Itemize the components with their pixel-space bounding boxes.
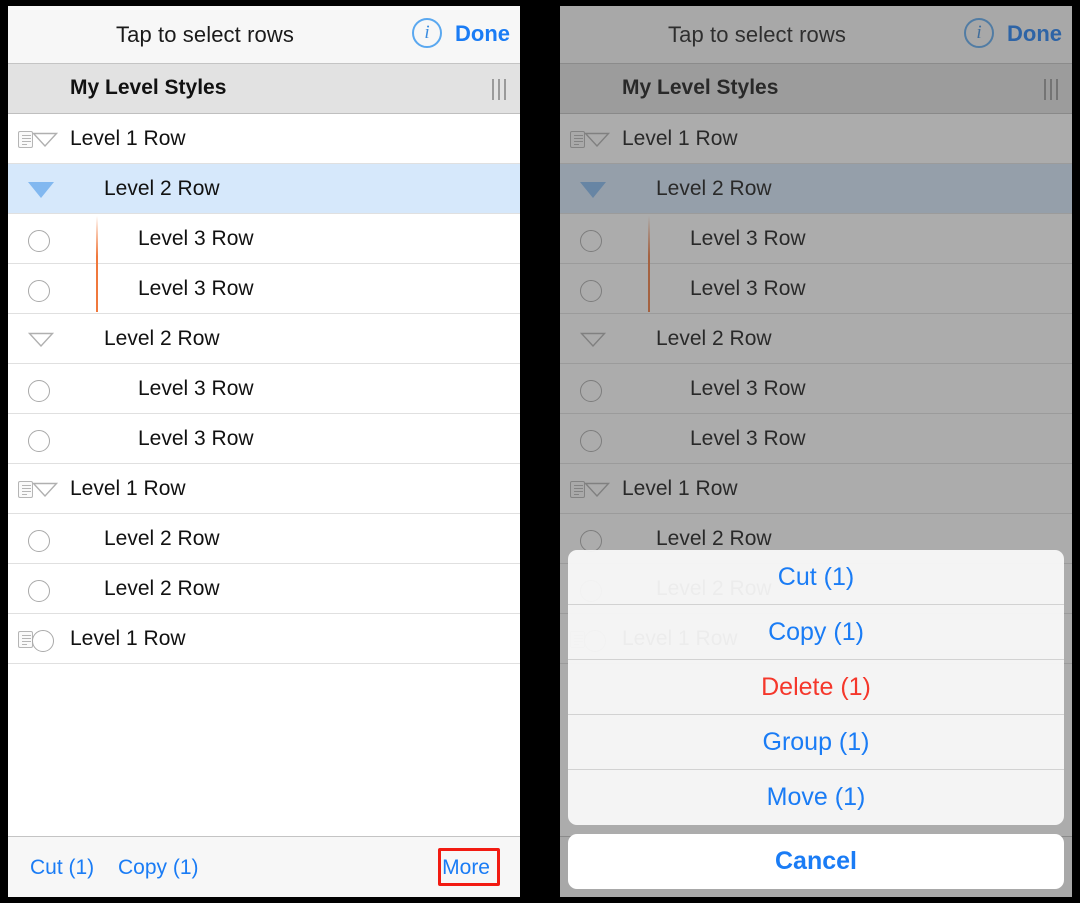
row-select-circle-icon[interactable] — [28, 580, 50, 602]
disclosure-triangle-outline-icon[interactable] — [580, 332, 606, 347]
row-label: Level 1 Row — [70, 127, 186, 150]
table-row[interactable]: Level 1 Row — [8, 114, 520, 164]
row-label: Level 2 Row — [656, 327, 772, 350]
reorder-grip-icon[interactable] — [490, 79, 512, 101]
row-label: Level 2 Row — [656, 177, 772, 200]
phone-panel-right: Tap to select rows i Done My Level Style… — [560, 6, 1072, 897]
row-select-circle-icon[interactable] — [580, 530, 602, 552]
row-select-circle-icon[interactable] — [580, 230, 602, 252]
disclosure-triangle-outline-icon[interactable] — [584, 482, 610, 497]
row-label: Level 3 Row — [690, 227, 806, 250]
disclosure-triangle-outline-icon[interactable] — [32, 482, 58, 497]
row-label: Level 3 Row — [138, 227, 254, 250]
action-sheet-cancel-button[interactable]: Cancel — [568, 834, 1064, 889]
toolbar-copy-button[interactable]: Copy (1) — [118, 856, 199, 880]
row-select-circle-icon[interactable] — [32, 630, 54, 652]
action-sheet-button[interactable]: Cut (1) — [568, 550, 1064, 605]
row-select-circle-icon[interactable] — [28, 430, 50, 452]
navigation-bar: Tap to select rows i Done — [560, 6, 1072, 64]
section-title: My Level Styles — [622, 76, 779, 99]
action-sheet: Cut (1) Copy (1) Delete (1) Group (1) Move (… — [568, 550, 1064, 889]
row-label: Level 1 Row — [622, 127, 738, 150]
more-button-highlight — [438, 848, 500, 886]
row-label: Level 3 Row — [138, 377, 254, 400]
group-connector-line — [96, 216, 98, 312]
toolbar-cut-button[interactable]: Cut (1) — [30, 856, 94, 880]
section-header: My Level Styles — [8, 64, 520, 114]
row-label: Level 2 Row — [104, 327, 220, 350]
disclosure-triangle-filled-icon[interactable] — [28, 182, 54, 198]
table-row[interactable]: Level 2 Row — [8, 164, 520, 214]
page-title: Tap to select rows — [116, 22, 294, 47]
row-label: Level 1 Row — [622, 477, 738, 500]
row-select-circle-icon[interactable] — [28, 230, 50, 252]
row-label: Level 2 Row — [656, 527, 772, 550]
row-select-circle-icon[interactable] — [28, 280, 50, 302]
note-icon — [18, 481, 33, 498]
bottom-toolbar: Cut (1) Copy (1) More — [8, 836, 520, 897]
section-header: My Level Styles — [560, 64, 1072, 114]
table-row[interactable]: Level 3 Row — [560, 364, 1072, 414]
done-button[interactable]: Done — [455, 21, 510, 47]
table-row[interactable]: Level 2 Row — [560, 164, 1072, 214]
done-button[interactable]: Done — [1007, 21, 1062, 47]
row-label: Level 3 Row — [138, 277, 254, 300]
table-row[interactable]: Level 3 Row — [560, 214, 1072, 264]
section-title: My Level Styles — [70, 76, 227, 99]
row-label: Level 1 Row — [70, 477, 186, 500]
table-row[interactable]: Level 3 Row — [8, 414, 520, 464]
table-row[interactable]: Level 3 Row — [8, 364, 520, 414]
info-circle-icon[interactable]: i — [964, 18, 994, 48]
row-select-circle-icon[interactable] — [580, 280, 602, 302]
table-row[interactable]: Level 2 Row — [8, 514, 520, 564]
row-label: Level 2 Row — [104, 527, 220, 550]
table-row[interactable]: Level 3 Row — [8, 214, 520, 264]
table-row[interactable]: Level 2 Row — [8, 314, 520, 364]
row-label: Level 3 Row — [690, 377, 806, 400]
action-sheet-buttons: Cut (1) Copy (1) Delete (1) Group (1) Move (… — [568, 550, 1064, 825]
table-row[interactable]: Level 3 Row — [560, 264, 1072, 314]
phone-panel-left: Tap to select rows i Done My Level Style… — [8, 6, 520, 897]
action-sheet-button[interactable]: Delete (1) — [568, 660, 1064, 715]
table-row[interactable]: Level 1 Row — [560, 464, 1072, 514]
action-sheet-button[interactable]: Copy (1) — [568, 605, 1064, 660]
table-row[interactable]: Level 1 Row — [8, 464, 520, 514]
info-circle-icon[interactable]: i — [412, 18, 442, 48]
row-label: Level 3 Row — [690, 277, 806, 300]
note-icon — [570, 481, 585, 498]
page-title: Tap to select rows — [668, 22, 846, 47]
row-select-circle-icon[interactable] — [28, 380, 50, 402]
row-select-circle-icon[interactable] — [28, 530, 50, 552]
row-label: Level 3 Row — [138, 427, 254, 450]
screenshot-stage: Tap to select rows i Done My Level Style… — [0, 0, 1080, 903]
action-sheet-button[interactable]: Group (1) — [568, 715, 1064, 770]
row-list: Level 1 Row Level 2 Row Level 3 Row Level 3… — [8, 114, 520, 664]
table-row[interactable]: Level 2 Row — [560, 314, 1072, 364]
note-icon — [18, 131, 33, 148]
row-label: Level 1 Row — [70, 627, 186, 650]
row-label: Level 3 Row — [690, 427, 806, 450]
disclosure-triangle-filled-icon[interactable] — [580, 182, 606, 198]
row-select-circle-icon[interactable] — [580, 430, 602, 452]
disclosure-triangle-outline-icon[interactable] — [32, 132, 58, 147]
disclosure-triangle-outline-icon[interactable] — [28, 332, 54, 347]
table-row[interactable]: Level 1 Row — [560, 114, 1072, 164]
row-label: Level 2 Row — [104, 177, 220, 200]
row-label: Level 2 Row — [104, 577, 220, 600]
row-select-circle-icon[interactable] — [580, 380, 602, 402]
table-row[interactable]: Level 2 Row — [8, 564, 520, 614]
table-row[interactable]: Level 3 Row — [560, 414, 1072, 464]
note-icon — [18, 631, 33, 648]
navigation-bar: Tap to select rows i Done — [8, 6, 520, 64]
table-row[interactable]: Level 3 Row — [8, 264, 520, 314]
reorder-grip-icon[interactable] — [1042, 79, 1064, 101]
disclosure-triangle-outline-icon[interactable] — [584, 132, 610, 147]
table-row[interactable]: Level 1 Row — [8, 614, 520, 664]
action-sheet-button[interactable]: Move (1) — [568, 770, 1064, 825]
note-icon — [570, 131, 585, 148]
group-connector-line — [648, 216, 650, 312]
